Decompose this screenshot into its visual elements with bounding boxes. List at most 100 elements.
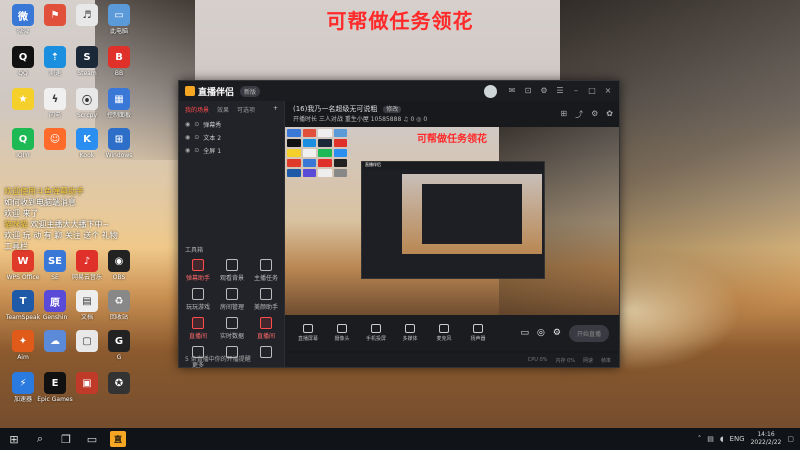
search-icon[interactable]: ⌕ (32, 431, 48, 447)
control-label: 多媒体 (402, 336, 418, 342)
tab-2[interactable]: 可选项 (237, 105, 255, 114)
app-icon: ☁ (44, 330, 66, 352)
control-2[interactable]: 手机投屏 (363, 324, 389, 342)
eye-icon[interactable]: ◉ (185, 121, 190, 128)
tool-item[interactable]: 直播间 (181, 317, 215, 340)
scene-item[interactable]: ◉ ⊙ 弹幕秀 (179, 118, 284, 131)
preview-icon (318, 149, 332, 157)
chat-text: 工具栏 (4, 242, 28, 251)
social-icon[interactable]: ✿ (606, 109, 613, 120)
add-scene-icon[interactable]: + (273, 105, 278, 114)
desktop-icon[interactable]: ◉ OBS (100, 250, 138, 281)
file-explorer-icon[interactable]: ▭ (84, 431, 100, 447)
app-icon: T (12, 290, 34, 312)
tool-item[interactable]: 房间管理 (215, 288, 249, 311)
tool-item[interactable]: 观看背景 (215, 259, 249, 282)
message-icon[interactable]: ✉ (507, 86, 517, 96)
lock-icon[interactable]: ⊙ (194, 134, 199, 141)
minimize-icon[interactable]: – (571, 86, 581, 96)
network-icon[interactable]: ▤ (707, 435, 714, 443)
scene-label: 文本 2 (203, 135, 222, 142)
tab-1[interactable]: 效果 (217, 105, 229, 114)
clock[interactable]: 14:16 2022/2/22 (751, 431, 782, 447)
chat-text: 欢迎主播大大播下中~ (28, 220, 110, 229)
go-live-button[interactable]: 开始直播 (568, 324, 609, 342)
desktop-icon[interactable]: ▦ 控制面板 (100, 88, 138, 119)
control-0[interactable]: 直播屏幕 (295, 324, 321, 342)
desktop-icon[interactable]: ✪ (100, 372, 138, 396)
mirror-icon[interactable]: ▭ (521, 328, 530, 338)
control-1[interactable]: 摄像头 (329, 324, 355, 342)
app-icon: ▭ (108, 4, 130, 26)
toolbox-header: 工具箱 (185, 247, 204, 254)
control-3[interactable]: 多媒体 (397, 324, 423, 342)
control-icon (473, 324, 483, 333)
preview-title: 可帮做任务领花 (417, 134, 487, 145)
tool-label: 房间管理 (219, 304, 244, 311)
tool-item[interactable]: 直播间 (249, 317, 283, 340)
tool-item[interactable]: 美颜助手 (249, 288, 283, 311)
app-icon: ★ (12, 88, 34, 110)
desktop-icon-label: Epic Games (37, 396, 73, 403)
tab-0[interactable]: 我的场景 (185, 105, 209, 114)
preview-icon (333, 159, 347, 167)
app-icon: E (44, 372, 66, 394)
volume-icon[interactable]: ◖ (720, 435, 724, 443)
share-icon[interactable]: ⤴ (575, 109, 583, 120)
task-view-icon[interactable]: ❐ (58, 431, 74, 447)
desktop-icon[interactable]: GG (100, 330, 138, 361)
lock-icon[interactable]: ⊙ (194, 121, 199, 128)
main-panel: (16)我乃一名超级无可说粗 修改 开播时长 三人对战 重生小屋 1058588… (285, 101, 619, 367)
preview-icon (287, 149, 301, 157)
gift-icon[interactable]: ⊡ (523, 86, 533, 96)
live-companion-taskbar-icon[interactable]: 直 (110, 431, 126, 447)
lock-icon[interactable]: ⊙ (194, 147, 199, 154)
desktop-icon-label: 此电脑 (109, 28, 128, 35)
desktop-icon[interactable]: B BB (100, 46, 138, 77)
settings-icon[interactable]: ⚙ (539, 86, 549, 96)
language-indicator[interactable]: ENG (730, 435, 745, 443)
edit-badge[interactable]: 修改 (383, 106, 402, 113)
avatar[interactable] (484, 84, 497, 98)
control-5[interactable]: 扬声器 (465, 324, 491, 342)
control-bar: 直播屏幕 摄像头 手机投屏 多媒体 麦克风 扬声器 ▭ ◎ ⚙ 开始直播 (285, 315, 619, 351)
preview-icon (287, 159, 301, 167)
control-4[interactable]: 麦克风 (431, 324, 457, 342)
tool-icon (226, 317, 238, 329)
settings-icon[interactable]: ⚙ (591, 109, 598, 120)
tool-item[interactable]: 弹幕助手 (181, 259, 215, 282)
windows-start-icon[interactable]: ⊞ (6, 431, 22, 447)
bag-icon[interactable]: ⊞ (560, 109, 567, 120)
desktop-icon[interactable]: ♻ 回收站 (100, 290, 138, 321)
sidebar-footer[interactable]: 5 条直播中你的开播提醒 (185, 354, 251, 363)
tool-item[interactable]: 实时数据 (215, 317, 249, 340)
preview-icon (302, 169, 316, 177)
record-icon[interactable]: ◎ (537, 328, 545, 338)
settings-icon[interactable]: ⚙ (553, 328, 561, 338)
eye-icon[interactable]: ◉ (185, 147, 190, 154)
preview-icon (302, 159, 316, 167)
notification-icon[interactable]: ▢ (787, 435, 794, 443)
chat-line: 如何收到电脑端消息 (4, 197, 118, 208)
desktop-icon[interactable]: ⊞ Windows (100, 128, 138, 159)
control-icon (371, 324, 381, 333)
stream-preview[interactable]: 可帮做任务领花 直播伴侣 (285, 127, 619, 315)
maximize-icon[interactable]: □ (587, 86, 597, 96)
desktop-icon-label: Aim (17, 354, 29, 361)
control-icon (303, 324, 313, 333)
tool-item[interactable]: 玩玩游戏 (181, 288, 215, 311)
app-logo: 直播伴侣 (185, 85, 234, 98)
chevron-up-icon[interactable]: ˄ (698, 435, 702, 443)
desktop-icon[interactable]: ▭ 此电脑 (100, 4, 138, 35)
scene-item[interactable]: ◉ ⊙ 全屏 1 (179, 144, 284, 157)
tool-label: 观看背景 (219, 275, 244, 282)
menu-icon[interactable]: ☰ (555, 86, 565, 96)
tool-item[interactable]: 主播任务 (249, 259, 283, 282)
app-icon: ☺ (44, 128, 66, 150)
tool-icon (192, 288, 204, 300)
scene-item[interactable]: ◉ ⊙ 文本 2 (179, 131, 284, 144)
tool-item[interactable] (249, 346, 283, 369)
version-badge[interactable]: 新版 (240, 85, 261, 97)
close-icon[interactable]: × (603, 86, 613, 96)
eye-icon[interactable]: ◉ (185, 134, 190, 141)
